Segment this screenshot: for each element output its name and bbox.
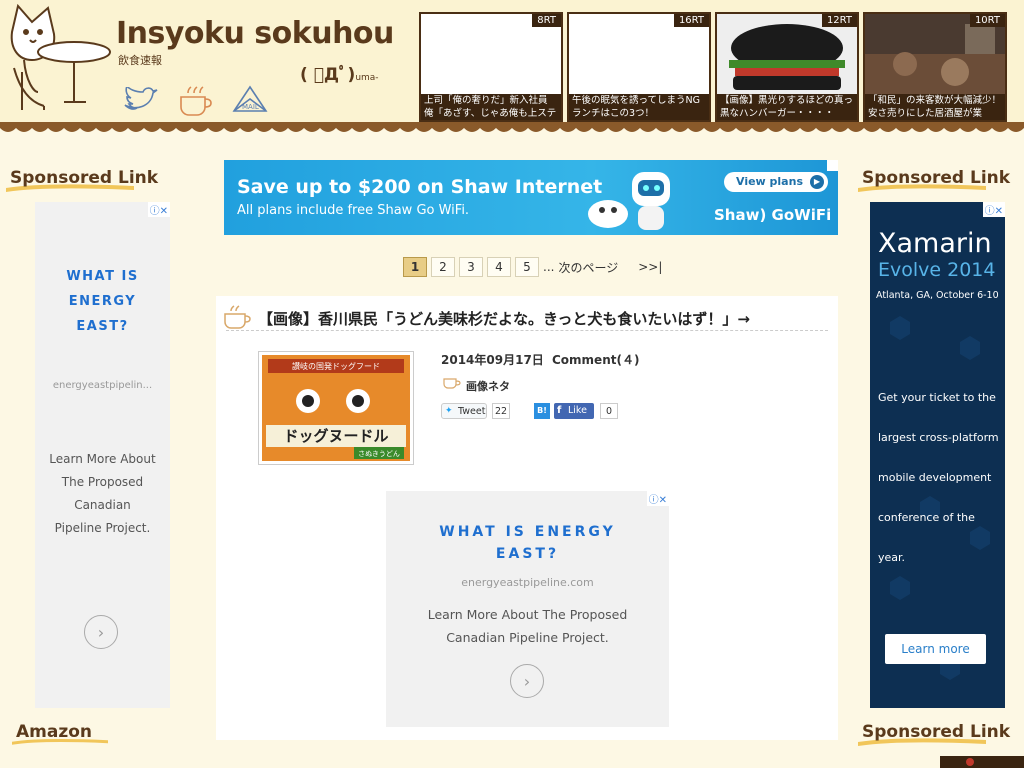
robot-mascot-icon: [588, 172, 670, 230]
xamarin-location: Atlanta, GA, October 6-10: [876, 290, 999, 301]
ad-arrow-icon[interactable]: ›: [84, 615, 118, 649]
category-cup-icon: [443, 378, 461, 389]
pager-ellipsis: ...: [543, 260, 555, 274]
thumb-label-main: ドッグヌードル: [283, 427, 388, 445]
cup-icon: [224, 305, 251, 329]
tweet-label: Tweet: [458, 406, 486, 417]
rt-item[interactable]: 10RT 「和民」の来客数が大幅減少！ 安さ売りにした居酒屋が業: [863, 12, 1007, 122]
ad-url: energyeastpipelin...: [52, 380, 153, 391]
tweet-count: 22: [492, 403, 510, 419]
rt-badge: 16RT: [673, 14, 709, 27]
rt-badge: 12RT: [821, 14, 857, 27]
rt-caption: 午後の眠気を誘ってしまうNG ランチはこの3つ！: [569, 94, 709, 120]
tweet-button[interactable]: ✦ Tweet: [441, 403, 487, 419]
shaw-banner-ad[interactable]: Save up to $200 on Shaw Internet All pla…: [224, 160, 838, 235]
article-title[interactable]: 【画像】香川県民「うどん美味杉だよな。きっと犬も食いたいはず！」→: [258, 308, 750, 329]
xamarin-ad[interactable]: ⓘ✕ Xamarin Evolve 2014 Atlanta, GA, Octo…: [870, 202, 1005, 708]
xamarin-copy: Get your ticket to the largest cross-pla…: [878, 378, 1005, 578]
site-title[interactable]: Insyoku sokuhou: [116, 16, 394, 51]
title-divider: [226, 330, 828, 331]
learn-more-button[interactable]: Learn more: [885, 634, 986, 664]
hatena-bookmark-button[interactable]: B!: [534, 403, 550, 419]
right-sidebar-bottom-title-text: Sponsored Link: [862, 722, 1011, 742]
like-count: 0: [600, 403, 618, 419]
left-sidebar-ad[interactable]: ⓘ✕ WHAT IS ENERGY EAST? energyeastpipeli…: [35, 202, 170, 708]
thumb-label-top: 讃岐の国発ドッグフード: [292, 361, 380, 371]
adchoices-icon[interactable]: [827, 160, 838, 171]
left-sidebar-bottom-title: Amazon: [12, 722, 108, 745]
left-sidebar-title-text: Sponsored Link: [10, 168, 159, 188]
adchoices-icon[interactable]: ⓘ✕: [646, 491, 669, 506]
xamarin-event: Evolve 2014: [878, 259, 996, 281]
page-link-3[interactable]: 3: [459, 257, 483, 277]
xamarin-line: largest cross-platform: [878, 431, 999, 444]
site-face-emoticon: ( ﾟДﾟ)uma-: [300, 60, 379, 85]
rt-caption: 「和民」の来客数が大幅減少！ 安さ売りにした居酒屋が業: [865, 94, 1005, 120]
thumb-label-sub: さぬきうどん: [358, 450, 400, 458]
site-header: Insyoku sokuhou 飲食速報 ( ﾟДﾟ)uma- MAIL 8RT…: [0, 0, 1024, 132]
adchoices-icon[interactable]: ⓘ✕: [982, 202, 1005, 217]
twitter-icon[interactable]: [120, 84, 160, 116]
xamarin-line: mobile development: [878, 471, 992, 484]
twitter-bird-icon: ✦: [445, 406, 453, 416]
play-arrow-icon: ▶: [810, 175, 824, 189]
rss-icon[interactable]: [176, 84, 216, 116]
ad-headline: WHAT IS ENERGY EAST?: [439, 524, 616, 562]
facebook-like-button[interactable]: f Like: [554, 403, 594, 419]
dog-noodle-photo: 讃岐の国発ドッグフード ドッグヌードル さぬきうどん: [262, 355, 410, 461]
rt-item[interactable]: 16RT 午後の眠気を誘ってしまうNG ランチはこの3つ！: [567, 12, 711, 122]
right-sidebar-title-text: Sponsored Link: [862, 168, 1011, 188]
face-suffix: uma-: [355, 73, 379, 83]
rt-caption: 【画像】黒光りするほどの真っ 黒なハンバーガー・・・・: [717, 94, 857, 120]
ad-arrow-icon[interactable]: ›: [510, 664, 544, 698]
adchoices-icon[interactable]: ⓘ✕: [147, 202, 170, 217]
view-plans-button[interactable]: View plans ▶: [724, 172, 828, 192]
article-card: 【画像】香川県民「うどん美味杉だよな。きっと犬も食いたいはず！」→ 讃岐の国発ド…: [216, 296, 838, 740]
right-sidebar-bottom-title: Sponsored Link: [858, 722, 1011, 746]
rt-caption: 上司「俺の奢りだ」新入社員 俺「あざす、じゃあ俺も上ステ: [421, 94, 561, 120]
ad-url: energyeastpipeline.com: [461, 576, 594, 589]
page-link-2[interactable]: 2: [431, 257, 455, 277]
page-link-4[interactable]: 4: [487, 257, 511, 277]
site-subtitle: 飲食速報: [118, 54, 162, 67]
rt-item[interactable]: 8RT 上司「俺の奢りだ」新入社員 俺「あざす、じゃあ俺も上ステ: [419, 12, 563, 122]
pagination: 1 2 3 4 5 ... 次のページ >>|: [403, 257, 682, 277]
last-page-link[interactable]: >>|: [638, 260, 662, 274]
view-plans-label: View plans: [736, 175, 803, 188]
ad-body: Learn More About The Proposed Canadian P…: [427, 607, 628, 645]
right-sidebar-title: Sponsored Link: [858, 168, 1011, 192]
left-sidebar-title: Sponsored Link: [6, 168, 159, 192]
corner-decoration: [940, 756, 1024, 768]
face-text: ( ﾟДﾟ): [300, 65, 356, 85]
page-link-1[interactable]: 1: [403, 257, 427, 277]
xamarin-line: Get your ticket to the: [878, 391, 996, 404]
rt-badge: 8RT: [532, 14, 561, 27]
header-scallop-border: [0, 122, 1024, 132]
banner-subline: All plans include free Shaw Go WiFi.: [237, 203, 470, 218]
comment-link[interactable]: Comment(４): [552, 351, 639, 368]
ad-headline: WHAT IS ENERGY EAST?: [66, 269, 139, 334]
ad-body: Learn More About The Proposed Canadian P…: [49, 452, 156, 535]
next-page-link[interactable]: 次のページ: [558, 259, 618, 276]
category-link[interactable]: 画像ネタ: [466, 378, 510, 394]
rt-item[interactable]: 12RT 【画像】黒光りするほどの真っ 黒なハンバーガー・・・・: [715, 12, 859, 122]
article-date: 2014年09月17日: [441, 353, 544, 367]
mail-icon[interactable]: MAIL: [230, 84, 270, 116]
article-thumbnail[interactable]: 讃岐の国発ドッグフード ドッグヌードル さぬきうどん: [258, 351, 414, 465]
banner-headline: Save up to $200 on Shaw Internet: [237, 176, 603, 198]
page-link-5[interactable]: 5: [515, 257, 539, 277]
in-article-ad[interactable]: ⓘ✕ WHAT IS ENERGY EAST? energyeastpipeli…: [386, 491, 669, 727]
shaw-logo: Shaw) GoWiFi: [714, 206, 832, 224]
rt-badge: 10RT: [969, 14, 1005, 27]
svg-text:MAIL: MAIL: [242, 103, 259, 111]
xamarin-brand: Xamarin: [878, 228, 992, 259]
like-label: Like: [568, 405, 587, 416]
cat-logo-icon[interactable]: [4, 2, 114, 114]
xamarin-line: conference of the year.: [878, 511, 975, 564]
amazon-title-text: Amazon: [16, 722, 93, 742]
facebook-icon: f: [557, 405, 562, 416]
